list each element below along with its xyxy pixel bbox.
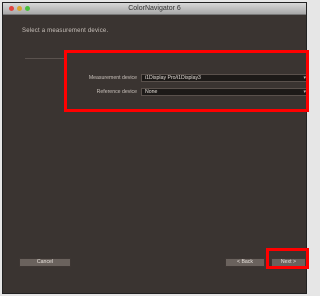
instruction-text: Select a measurement device. — [22, 28, 109, 34]
next-button[interactable]: Next > — [271, 258, 306, 267]
chevron-down-icon: ▾ — [303, 75, 306, 81]
measurement-device-row: Measurement device i1Display Pro/i1Displ… — [71, 73, 306, 83]
reference-device-value: None — [145, 89, 158, 95]
back-button[interactable]: < Back — [225, 258, 265, 267]
reference-device-row: Reference device None ▾ — [71, 87, 306, 97]
reference-device-label: Reference device — [96, 89, 137, 95]
measurement-device-value: i1Display Pro/i1Display3 — [145, 75, 201, 81]
reference-device-select[interactable]: None ▾ — [141, 88, 306, 96]
chevron-down-icon: ▾ — [303, 89, 306, 95]
app-window: ColorNavigator 6 Select a measurement de… — [2, 2, 307, 294]
measurement-device-label: Measurement device — [88, 75, 137, 81]
measurement-device-select[interactable]: i1Display Pro/i1Display3 ▾ — [141, 74, 306, 82]
cancel-button[interactable]: Cancel — [19, 258, 71, 267]
title-bar: ColorNavigator 6 — [3, 3, 306, 15]
window-title: ColorNavigator 6 — [128, 5, 181, 12]
divider — [25, 58, 65, 59]
